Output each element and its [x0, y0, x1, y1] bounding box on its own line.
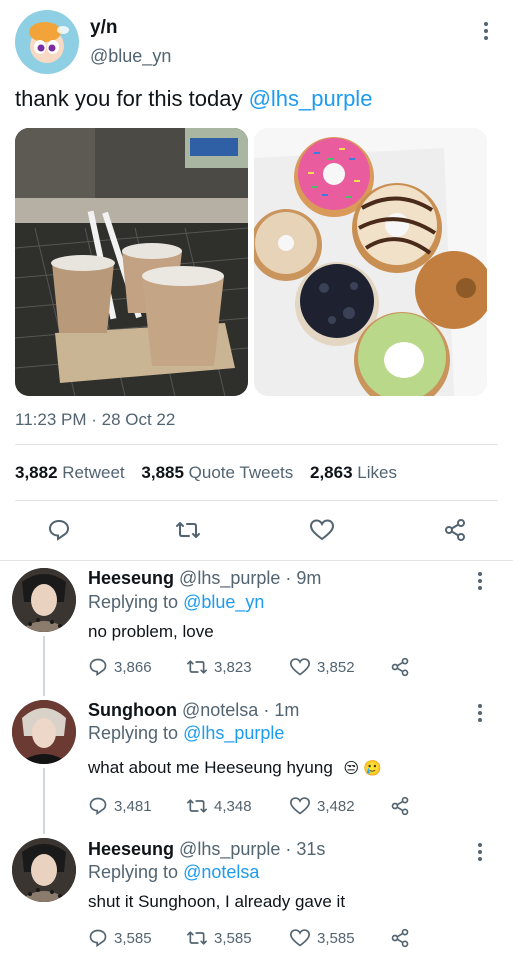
more-options-icon[interactable] — [484, 22, 488, 40]
tweet-mention-link[interactable]: @lhs_purple — [249, 86, 373, 111]
reply-icon — [89, 929, 107, 948]
thread-line — [43, 768, 45, 834]
replying-to-link[interactable]: @lhs_purple — [183, 723, 284, 743]
reply-more-options-icon[interactable] — [478, 572, 482, 590]
reply-emoji: 😒 🥲 — [343, 760, 383, 777]
replying-to-label: Replying to — [88, 723, 179, 743]
share-button[interactable] — [390, 657, 410, 682]
heart-icon — [289, 658, 311, 676]
retweet-label: Retweet — [62, 463, 125, 482]
retweet-count-button[interactable]: 3,585 — [186, 928, 252, 948]
reply-author-name[interactable]: Heeseung — [88, 568, 174, 588]
retweet-button[interactable] — [175, 518, 201, 547]
quote-count: 3,885 — [141, 463, 184, 482]
reply-author-handle[interactable]: @lhs_purple — [179, 568, 280, 588]
like-count: 3,585 — [317, 929, 355, 947]
reply-text: no problem, love — [88, 622, 214, 641]
share-icon — [391, 928, 409, 948]
reply-time[interactable]: · 31s — [285, 839, 325, 859]
retweet-icon — [176, 522, 200, 538]
reply-time[interactable]: · 9m — [285, 568, 321, 588]
reply-more-options-icon[interactable] — [478, 704, 482, 722]
like-count-button[interactable]: 3,482 — [289, 796, 355, 816]
reply-author-handle[interactable]: @lhs_purple — [179, 839, 280, 859]
retweet-icon — [186, 660, 207, 674]
quote-count-link[interactable]: 3,885 Quote Tweets — [141, 463, 293, 482]
reply-button[interactable] — [47, 518, 71, 547]
like-count: 3,482 — [317, 797, 355, 815]
author-display-name[interactable]: y/n — [90, 17, 117, 39]
reply-avatar[interactable] — [12, 568, 76, 632]
reply-text: what about me Heeseung hyung 😒 🥲 — [88, 758, 382, 778]
reply-count-button[interactable]: 3,585 — [88, 928, 152, 948]
share-button[interactable] — [443, 518, 467, 547]
share-icon — [391, 657, 409, 677]
replying-to-label: Replying to — [88, 862, 179, 882]
reply-author-name[interactable]: Heeseung — [88, 839, 174, 859]
reply-author-name[interactable]: Sunghoon — [88, 700, 177, 720]
reply-icon — [89, 658, 107, 677]
thread-line — [43, 636, 45, 696]
like-count: 2,863 — [310, 463, 353, 482]
reply-avatar[interactable] — [12, 838, 76, 902]
retweet-icon — [186, 931, 207, 945]
like-count-link[interactable]: 2,863 Likes — [310, 463, 397, 482]
retweet-icon — [186, 799, 207, 813]
share-icon — [445, 519, 465, 541]
retweet-count: 3,823 — [214, 658, 252, 676]
retweet-count-button[interactable]: 4,348 — [186, 796, 252, 816]
like-button[interactable] — [309, 518, 335, 547]
reply-header: Heeseung @lhs_purple · 9m — [88, 568, 321, 589]
tweet-timestamp[interactable]: 11:23 PM · 28 Oct 22 — [15, 410, 175, 430]
heart-icon — [309, 519, 335, 541]
heart-icon — [289, 797, 311, 815]
divider — [0, 560, 513, 561]
tweet-photo-donuts[interactable] — [254, 128, 487, 396]
like-label: Likes — [357, 463, 397, 482]
reply-count-button[interactable]: 3,481 — [88, 796, 152, 816]
replying-to-link[interactable]: @blue_yn — [183, 592, 264, 612]
reply-avatar[interactable] — [12, 700, 76, 764]
reply-more-options-icon[interactable] — [478, 843, 482, 861]
tweet-text-body: thank you for this today — [15, 86, 249, 111]
tweet-photo-coffee[interactable] — [15, 128, 248, 396]
like-count-button[interactable]: 3,852 — [289, 657, 355, 677]
reply-count-button[interactable]: 3,866 — [88, 657, 152, 677]
retweet-count-link[interactable]: 3,882 Retweet — [15, 463, 125, 482]
replying-to-label: Replying to — [88, 592, 179, 612]
share-button[interactable] — [390, 928, 410, 953]
reply-count: 3,866 — [114, 658, 152, 676]
replying-to: Replying to @blue_yn — [88, 592, 264, 613]
tweet-text: thank you for this today @lhs_purple — [15, 86, 372, 112]
replying-to: Replying to @notelsa — [88, 862, 259, 883]
quote-label: Quote Tweets — [188, 463, 294, 482]
reply-header: Heeseung @lhs_purple · 31s — [88, 839, 325, 860]
retweet-count-button[interactable]: 3,823 — [186, 657, 252, 677]
reply-count: 3,481 — [114, 797, 152, 815]
replying-to-link[interactable]: @notelsa — [183, 862, 259, 882]
reply-author-handle[interactable]: @notelsa — [182, 700, 258, 720]
reply-count: 3,585 — [114, 929, 152, 947]
divider — [15, 444, 498, 445]
like-count-button[interactable]: 3,585 — [289, 928, 355, 948]
tweet-stats: 3,882 Retweet 3,885 Quote Tweets 2,863 L… — [15, 463, 397, 483]
reply-text-body: what about me Heeseung hyung — [88, 758, 333, 777]
share-icon — [391, 796, 409, 816]
retweet-count: 4,348 — [214, 797, 252, 815]
reply-time[interactable]: · 1m — [263, 700, 299, 720]
reply-header: Sunghoon @notelsa · 1m — [88, 700, 299, 721]
reply-icon — [48, 519, 70, 541]
author-handle[interactable]: @blue_yn — [90, 46, 171, 67]
like-count: 3,852 — [317, 658, 355, 676]
replying-to: Replying to @lhs_purple — [88, 723, 284, 744]
reply-text: shut it Sunghoon, I already gave it — [88, 892, 346, 911]
retweet-count: 3,585 — [214, 929, 252, 947]
divider — [15, 500, 498, 501]
reply-icon — [89, 797, 107, 816]
heart-icon — [289, 929, 311, 947]
share-button[interactable] — [390, 796, 410, 821]
author-avatar[interactable] — [15, 10, 79, 74]
retweet-count: 3,882 — [15, 463, 58, 482]
